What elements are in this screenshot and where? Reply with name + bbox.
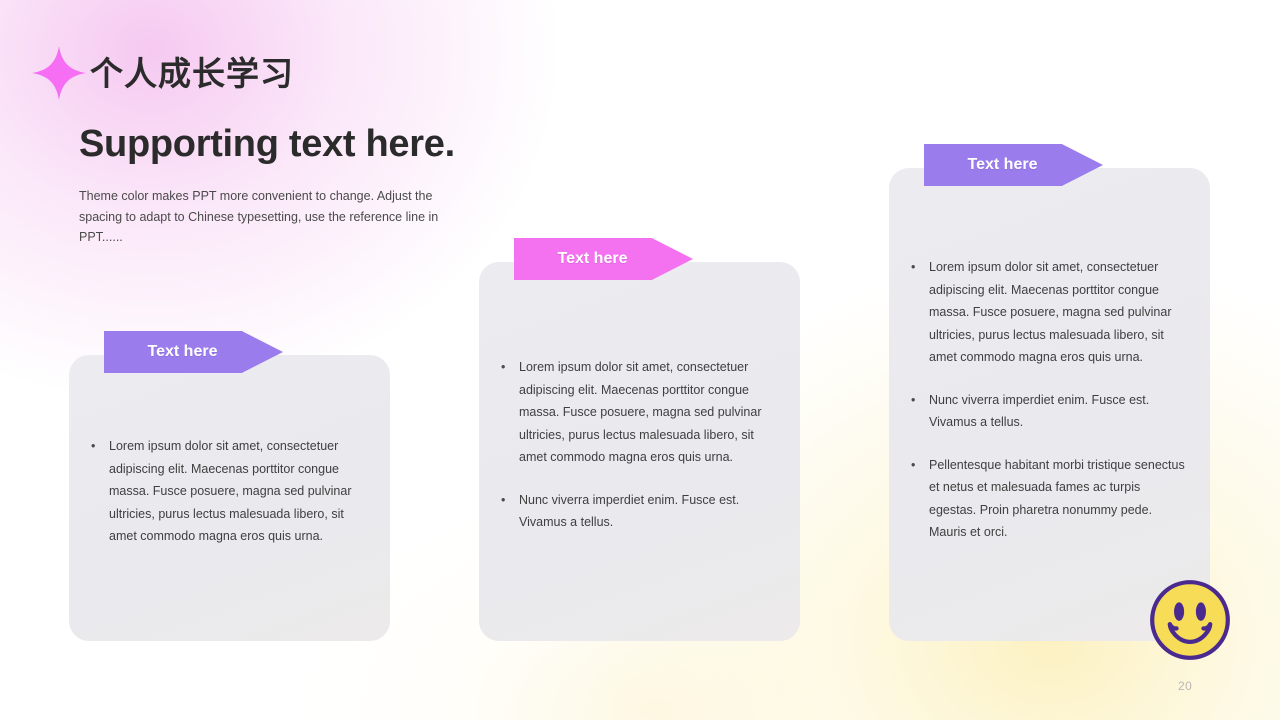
page-number: 20 bbox=[1178, 679, 1193, 693]
list-item: • Lorem ipsum dolor sit amet, consectetu… bbox=[911, 256, 1190, 369]
page-kicker-title: 个人成长学习 bbox=[90, 54, 294, 92]
list-item-text: Lorem ipsum dolor sit amet, consectetuer… bbox=[929, 260, 1172, 364]
content-card-left: • Lorem ipsum dolor sit amet, consectetu… bbox=[69, 355, 390, 641]
list-item-text: Lorem ipsum dolor sit amet, consectetuer… bbox=[519, 360, 762, 464]
card-middle-banner-label: Text here bbox=[557, 250, 628, 267]
list-item: • Nunc viverra imperdiet enim. Fusce est… bbox=[911, 389, 1190, 434]
card-middle-bullet-list: • Lorem ipsum dolor sit amet, consectetu… bbox=[501, 356, 780, 534]
bullet-marker: • bbox=[911, 392, 916, 407]
smiley-face-icon bbox=[1150, 580, 1230, 660]
content-card-middle: • Lorem ipsum dolor sit amet, consectetu… bbox=[479, 262, 800, 641]
sparkle-icon bbox=[32, 46, 86, 100]
intro-paragraph: Theme color makes PPT more convenient to… bbox=[79, 189, 439, 244]
list-item-text: Lorem ipsum dolor sit amet, consectetuer… bbox=[109, 439, 352, 543]
list-item-text: Pellentesque habitant morbi tristique se… bbox=[929, 457, 1185, 540]
list-item: • Nunc viverra imperdiet enim. Fusce est… bbox=[501, 489, 780, 534]
list-item-text: Nunc viverra imperdiet enim. Fusce est. … bbox=[929, 392, 1150, 430]
bullet-marker: • bbox=[911, 260, 916, 274]
card-left-bullet-list: • Lorem ipsum dolor sit amet, consectetu… bbox=[91, 435, 370, 548]
card-right-banner-label: Text here bbox=[967, 156, 1038, 173]
list-item-text: Nunc viverra imperdiet enim. Fusce est. … bbox=[519, 492, 740, 530]
slide-canvas: 个人成长学习 Supporting text here. Theme color… bbox=[0, 0, 1280, 720]
bullet-marker: • bbox=[501, 492, 506, 507]
bullet-marker: • bbox=[911, 457, 916, 472]
content-card-right: • Lorem ipsum dolor sit amet, consectetu… bbox=[889, 168, 1210, 641]
page-title: Supporting text here. bbox=[79, 123, 455, 165]
list-item: • Lorem ipsum dolor sit amet, consectetu… bbox=[91, 435, 370, 548]
card-right-bullet-list: • Lorem ipsum dolor sit amet, consectetu… bbox=[911, 256, 1190, 544]
list-item: • Lorem ipsum dolor sit amet, consectetu… bbox=[501, 356, 780, 469]
bullet-marker: • bbox=[91, 439, 96, 453]
slide-header: 个人成长学习 bbox=[30, 40, 294, 106]
list-item: • Pellentesque habitant morbi tristique … bbox=[911, 454, 1190, 544]
bullet-marker: • bbox=[501, 360, 506, 374]
card-left-banner-label: Text here bbox=[147, 343, 218, 360]
